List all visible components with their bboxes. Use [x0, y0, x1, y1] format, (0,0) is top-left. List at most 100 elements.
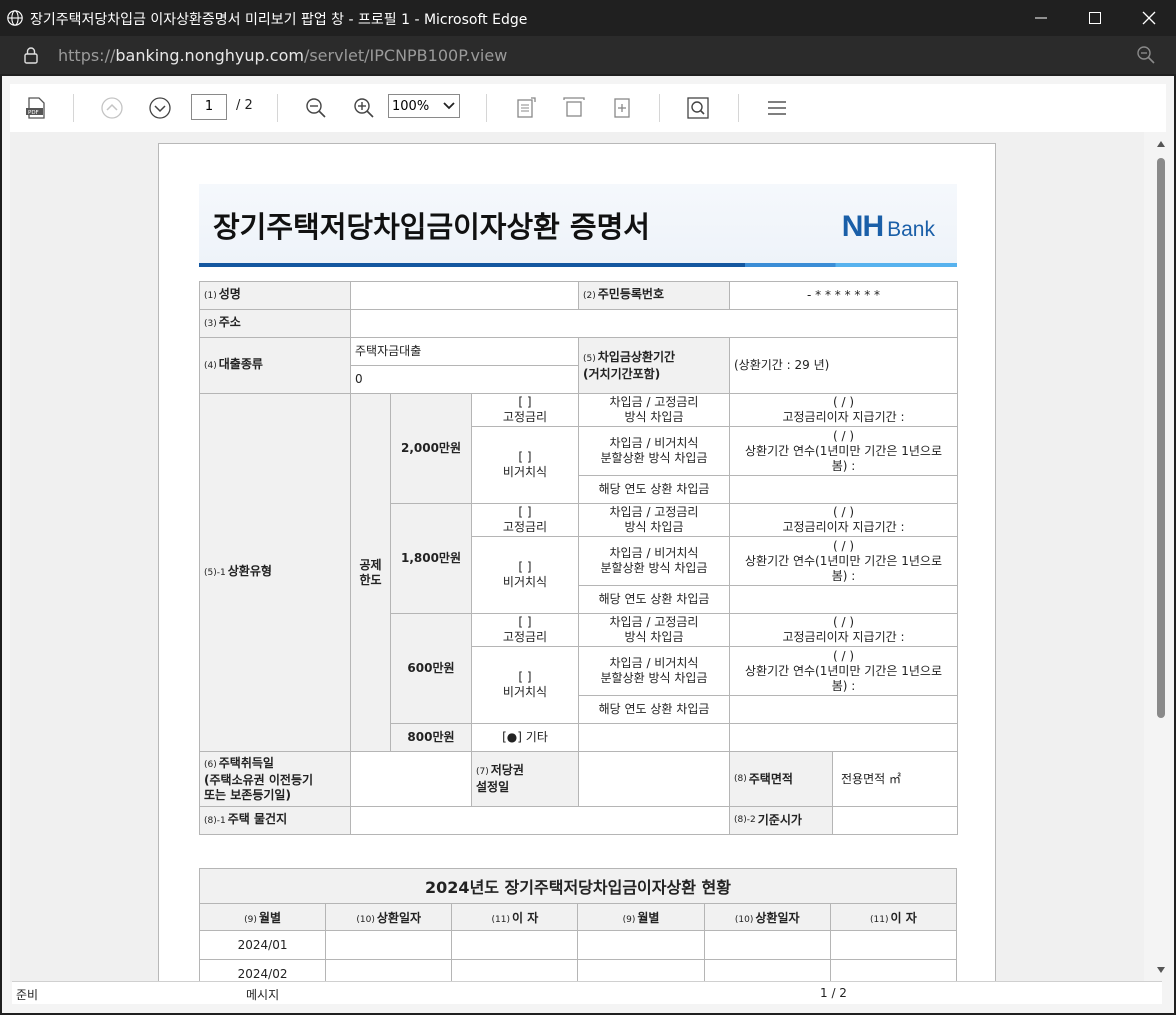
year-repay-value	[729, 585, 958, 614]
save-pdf-icon[interactable]: PDF	[24, 96, 48, 120]
mortgage-date-value	[578, 751, 730, 807]
repay-date-cell	[325, 930, 453, 960]
fixed-rate-desc: 차입금 / 고정금리 방식 차입금	[578, 393, 730, 427]
title-bar: 장기주택저당차입금 이자상환증명서 미리보기 팝업 창 - 프로필 1 - Mi…	[0, 0, 1176, 36]
year-repay-label: 해당 연도 상환 차입금	[578, 695, 730, 724]
fixed-rate-option[interactable]: [ ] 고정금리	[471, 613, 579, 647]
year-repay-value	[729, 475, 958, 504]
fit-page-icon[interactable]	[514, 96, 538, 120]
next-page-icon[interactable]	[148, 96, 172, 120]
nh-bank-logo: NH Bank	[841, 210, 935, 243]
repay-date-cell	[703, 959, 831, 982]
loan-type-value: 주택자금대출	[350, 337, 579, 366]
nongrace-desc: 차입금 / 비거치식 분할상환 방식 차입금	[578, 536, 730, 586]
address-label: (3) 주소	[199, 309, 351, 338]
limit-2000: 2,000만원	[390, 393, 472, 504]
base-price-label: (8)-2 기준시가	[730, 807, 833, 834]
limit-600: 600만원	[390, 613, 472, 724]
property-location-label: (8)-1 주택 물건지	[199, 806, 351, 835]
repay-date-cell	[325, 959, 453, 982]
etc-desc	[578, 723, 730, 752]
menu-icon[interactable]	[765, 96, 789, 120]
status-page: 1 / 2	[820, 986, 847, 1000]
vertical-scrollbar[interactable]	[1154, 138, 1168, 976]
certificate-table: (1) 성명 (2) 주민등록번호 - * * * * * * * (3) 주소 (4…	[199, 281, 958, 835]
fixed-rate-value: ( / ) 고정금리이자 지급기간 :	[729, 393, 958, 427]
pdf-toolbar: PDF 1 / 2 100%	[10, 84, 1166, 132]
zoom-out-icon[interactable]	[1136, 45, 1156, 65]
property-location-value	[350, 806, 730, 835]
scroll-down-icon[interactable]	[1156, 966, 1166, 974]
maximize-icon	[1089, 12, 1101, 24]
window-title: 장기주택저당차입금 이자상환증명서 미리보기 팝업 창 - 프로필 1 - Mi…	[30, 12, 528, 28]
status-bar: 준비 메시지 1 / 2	[12, 981, 1162, 1004]
page-number-input[interactable]: 1	[191, 94, 227, 120]
nongrace-option[interactable]: [ ] 비거치식	[471, 646, 579, 724]
previous-page-icon[interactable]	[100, 96, 124, 120]
limit-1800: 1,800만원	[390, 503, 472, 614]
name-value	[350, 281, 579, 310]
certificate-header: 장기주택저당차입금이자상환 증명서 NH Bank	[199, 184, 957, 264]
fixed-rate-option[interactable]: [ ] 고정금리	[471, 503, 579, 537]
fit-width-icon[interactable]	[562, 96, 586, 120]
interest-cell	[451, 930, 579, 960]
maximize-button[interactable]	[1068, 0, 1122, 36]
deduction-limit-label: 공제 한도	[350, 393, 391, 752]
month-cell	[577, 930, 705, 960]
toolbar-separator	[659, 94, 660, 122]
year-repay-value	[729, 695, 958, 724]
history-table: 2024년도 장기주택저당차입금이자상환 현황 (9) 월별 (10) 상환일자 (…	[198, 868, 958, 982]
zoom-in-icon[interactable]	[352, 96, 376, 120]
status-ready: 준비	[16, 988, 39, 1002]
etc-option[interactable]: [●] 기타	[471, 723, 579, 752]
acquisition-date-label: (6) 주택취득일 (주택소유권 이전등기 또는 보존등기일)	[199, 751, 351, 807]
loan-type-value-2: 0	[350, 365, 579, 394]
col-repay-date: (10) 상환일자	[703, 903, 831, 931]
table-row: 2024/01	[198, 930, 958, 960]
scroll-up-icon[interactable]	[1156, 140, 1166, 148]
nongrace-option[interactable]: [ ] 비거치식	[471, 536, 579, 614]
document-title: 장기주택저당차입금이자상환 증명서	[213, 210, 650, 244]
fixed-rate-desc: 차입금 / 고정금리 방식 차입금	[578, 503, 730, 537]
ssn-value: - * * * * * * *	[729, 281, 958, 310]
nongrace-desc: 차입금 / 비거치식 분할상환 방식 차입금	[578, 646, 730, 696]
nongrace-value: ( / ) 상환기간 연수(1년미만 기간은 1년으로 봄) :	[729, 536, 958, 586]
repay-period-value: (상환기간 : 29 년)	[729, 337, 958, 394]
nongrace-option[interactable]: [ ] 비거치식	[471, 426, 579, 504]
zoom-select[interactable]: 100%	[388, 94, 460, 118]
limit-800: 800만원	[390, 723, 472, 752]
globe-icon	[7, 10, 23, 26]
address-value	[350, 309, 958, 338]
table-row: 2024/02	[198, 959, 958, 982]
interest-cell	[451, 959, 579, 982]
close-button[interactable]	[1122, 0, 1176, 36]
page-move-icon[interactable]	[610, 96, 634, 120]
interest-cell	[829, 959, 958, 982]
etc-value	[729, 723, 958, 752]
col-repay-date: (10) 상환일자	[325, 903, 453, 931]
scrollbar-thumb[interactable]	[1157, 158, 1165, 718]
header-divider	[199, 263, 957, 267]
lock-icon[interactable]	[22, 46, 40, 64]
search-icon[interactable]	[686, 96, 710, 120]
toolbar-separator	[486, 94, 487, 122]
fixed-rate-option[interactable]: [ ] 고정금리	[471, 393, 579, 427]
nongrace-value: ( / ) 상환기간 연수(1년미만 기간은 1년으로 봄) :	[729, 426, 958, 476]
zoom-out-icon[interactable]	[304, 96, 328, 120]
col-interest: (11) 이 자	[451, 903, 579, 931]
base-price-cell: (8)-2 기준시가	[729, 806, 958, 835]
address-bar[interactable]: https://banking.nonghyup.com/servlet/IPC…	[0, 36, 1176, 74]
col-interest: (11) 이 자	[829, 903, 958, 931]
repay-type-label: (5)-1 상환유형	[199, 393, 351, 752]
nongrace-desc: 차입금 / 비거치식 분할상환 방식 차입금	[578, 426, 730, 476]
url-text[interactable]: https://banking.nonghyup.com/servlet/IPC…	[58, 46, 507, 65]
document-area: 장기주택저당차입금이자상환 증명서 NH Bank (1) 성명 (2) 주민등록번호…	[10, 132, 1144, 982]
document-page: 장기주택저당차입금이자상환 증명서 NH Bank (1) 성명 (2) 주민등록번호…	[158, 143, 996, 982]
toolbar-separator	[73, 94, 74, 122]
area-value: 전용면적 ㎡	[841, 771, 901, 786]
ssn-label: (2) 주민등록번호	[578, 281, 730, 310]
repay-period-label: (5) 차입금상환기간 (거치기간포함)	[578, 337, 730, 394]
minimize-icon	[1035, 17, 1047, 19]
minimize-button[interactable]	[1014, 0, 1068, 36]
pdf-viewer: PDF 1 / 2 100% 장기주택저당차입금이자상환 증명서 NHBank	[2, 76, 1174, 1013]
